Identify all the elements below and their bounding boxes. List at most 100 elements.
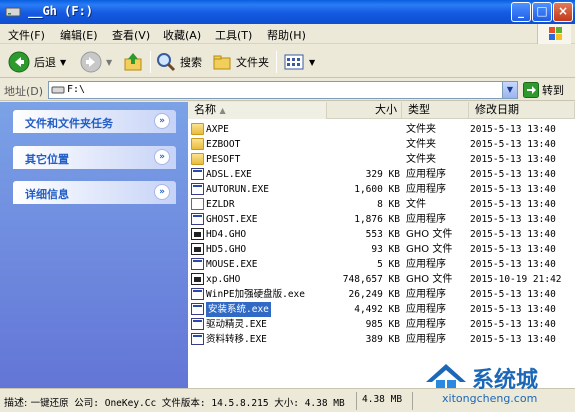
task-group-label: 其它位置: [25, 153, 69, 166]
menu-favorites[interactable]: 收藏(A): [163, 27, 201, 43]
menu-help[interactable]: 帮助(H): [267, 27, 306, 43]
folders-button[interactable]: 文件夹: [212, 50, 269, 74]
views-button[interactable]: ▼: [283, 50, 315, 74]
column-size[interactable]: 大小: [327, 102, 402, 119]
file-row[interactable]: PESOFT 文件夹 2015-5-13 13:40: [188, 152, 575, 167]
menu-file[interactable]: 文件(F): [8, 27, 45, 43]
minimize-button[interactable]: _: [511, 2, 531, 22]
file-modified-date: 2015-5-13 13:40: [470, 124, 556, 135]
file-row[interactable]: EZBOOT 文件夹 2015-5-13 13:40: [188, 137, 575, 152]
file-modified-date: 2015-5-13 13:40: [470, 304, 556, 315]
maximize-button[interactable]: □: [532, 2, 552, 22]
file-size: 1,600 KB: [354, 184, 400, 195]
file-modified-date: 2015-10-19 21:42: [470, 274, 562, 285]
address-dropdown-icon[interactable]: ▼: [502, 82, 517, 98]
address-path: F:\: [67, 84, 86, 95]
file-name: EZBOOT: [206, 139, 241, 150]
file-size: 553 KB: [365, 229, 400, 240]
file-type: 应用程序: [406, 169, 446, 180]
column-type[interactable]: 类型: [402, 102, 469, 119]
back-arrow-icon: [8, 51, 30, 73]
file-name: GHOST.EXE: [206, 214, 258, 225]
column-modified[interactable]: 修改日期: [469, 102, 575, 119]
transfer-icon: [191, 333, 204, 345]
column-modified-label: 修改日期: [475, 103, 519, 116]
task-pane: 文件和文件夹任务 » 其它位置 » 详细信息 »: [0, 102, 188, 388]
file-type: GHO 文件: [406, 274, 453, 285]
address-input[interactable]: F:\ ▼: [48, 81, 518, 99]
file-type: 应用程序: [406, 184, 446, 195]
menu-edit[interactable]: 编辑(E): [60, 27, 98, 43]
file-name: 安装系统.exe: [206, 302, 271, 317]
sort-up-icon: ▲: [219, 106, 226, 115]
menu-view[interactable]: 查看(V): [112, 27, 150, 43]
back-dropdown-icon[interactable]: ▼: [60, 58, 66, 67]
task-group-file-folder-tasks[interactable]: 文件和文件夹任务 »: [13, 110, 176, 133]
file-row[interactable]: 驱动精灵.EXE 985 KB 应用程序 2015-5-13 13:40: [188, 317, 575, 332]
file-name: MOUSE.EXE: [206, 259, 258, 270]
file-size: 985 KB: [365, 319, 400, 330]
file-modified-date: 2015-5-13 13:40: [470, 259, 556, 270]
file-name: AUTORUN.EXE: [206, 184, 269, 195]
file-row[interactable]: 资料转移.EXE 389 KB 应用程序 2015-5-13 13:40: [188, 332, 575, 347]
ghost-file-icon: [191, 243, 204, 255]
file-modified-date: 2015-5-13 13:40: [470, 199, 556, 210]
column-name[interactable]: 名称 ▲: [188, 102, 327, 119]
file-row[interactable]: xp.GHO 748,657 KB GHO 文件 2015-10-19 21:42: [188, 272, 575, 287]
up-folder-button[interactable]: [122, 50, 144, 74]
file-row-selected[interactable]: 安装系统.exe 4,492 KB 应用程序 2015-5-13 13:40: [188, 302, 575, 317]
chevron-down-icon[interactable]: »: [154, 113, 170, 129]
file-name: AXPE: [206, 124, 229, 135]
forward-dropdown-icon[interactable]: ▼: [106, 58, 112, 67]
folders-label: 文件夹: [236, 56, 269, 69]
title-bar[interactable]: __Gh (F:) _ □ ×: [0, 0, 575, 24]
chevron-down-icon[interactable]: »: [154, 149, 170, 165]
file-row[interactable]: GHOST.EXE 1,876 KB 应用程序 2015-5-13 13:40: [188, 212, 575, 227]
file-name: HD5.GHO: [206, 244, 247, 255]
menu-bar: 文件(F) 编辑(E) 查看(V) 收藏(A) 工具(T) 帮助(H): [0, 24, 575, 44]
status-desc-label: 描述:: [4, 398, 28, 409]
forward-arrow-icon: [80, 51, 102, 73]
file-row[interactable]: HD4.GHO 553 KB GHO 文件 2015-5-13 13:40: [188, 227, 575, 242]
file-size: 329 KB: [365, 169, 400, 180]
file-name: 驱动精灵.EXE: [206, 319, 267, 330]
file-row[interactable]: EZLDR 8 KB 文件 2015-5-13 13:40: [188, 197, 575, 212]
file-modified-date: 2015-5-13 13:40: [470, 169, 556, 180]
file-row[interactable]: HD5.GHO 93 KB GHO 文件 2015-5-13 13:40: [188, 242, 575, 257]
status-size: 4.38 MB: [362, 394, 403, 405]
file-row[interactable]: WinPE加强硬盘版.exe 26,249 KB 应用程序 2015-5-13 13:…: [188, 287, 575, 302]
file-row[interactable]: AXPE 文件夹 2015-5-13 13:40: [188, 122, 575, 137]
window-title: __Gh (F:): [28, 4, 94, 18]
back-button[interactable]: 后退 ▼: [8, 50, 66, 74]
up-folder-icon: [124, 53, 142, 71]
ghost-file-icon: [191, 273, 204, 285]
file-icon: [191, 198, 204, 210]
search-button[interactable]: 搜索: [156, 50, 202, 74]
file-modified-date: 2015-5-13 13:40: [470, 139, 556, 150]
column-name-label: 名称: [194, 103, 216, 116]
toolbar: 后退 ▼ ▼ 搜索 文件夹 ▼: [0, 45, 575, 78]
task-group-label: 文件和文件夹任务: [25, 117, 113, 130]
file-row[interactable]: ADSL.EXE 329 KB 应用程序 2015-5-13 13:40: [188, 167, 575, 182]
file-type: GHO 文件: [406, 229, 453, 240]
file-type: 应用程序: [406, 289, 446, 300]
file-row[interactable]: MOUSE.EXE 5 KB 应用程序 2015-5-13 13:40: [188, 257, 575, 272]
go-button[interactable]: 转到: [523, 81, 564, 99]
forward-button[interactable]: ▼: [80, 50, 112, 74]
folder-icon: [191, 123, 204, 135]
file-name: WinPE加强硬盘版.exe: [206, 289, 305, 300]
task-group-other-places[interactable]: 其它位置 »: [13, 146, 176, 169]
file-modified-date: 2015-5-13 13:40: [470, 334, 556, 345]
folder-icon: [191, 153, 204, 165]
task-group-details[interactable]: 详细信息 »: [13, 181, 176, 204]
file-modified-date: 2015-5-13 13:40: [470, 214, 556, 225]
column-type-label: 类型: [408, 103, 430, 116]
menu-tools[interactable]: 工具(T): [215, 27, 252, 43]
go-label: 转到: [542, 84, 564, 97]
close-button[interactable]: ×: [553, 2, 573, 22]
file-type: 应用程序: [406, 304, 446, 315]
chevron-down-icon[interactable]: »: [154, 184, 170, 200]
file-row[interactable]: AUTORUN.EXE 1,600 KB 应用程序 2015-5-13 13:40: [188, 182, 575, 197]
ghost-file-icon: [191, 228, 204, 240]
file-size: 748,657 KB: [342, 274, 400, 285]
